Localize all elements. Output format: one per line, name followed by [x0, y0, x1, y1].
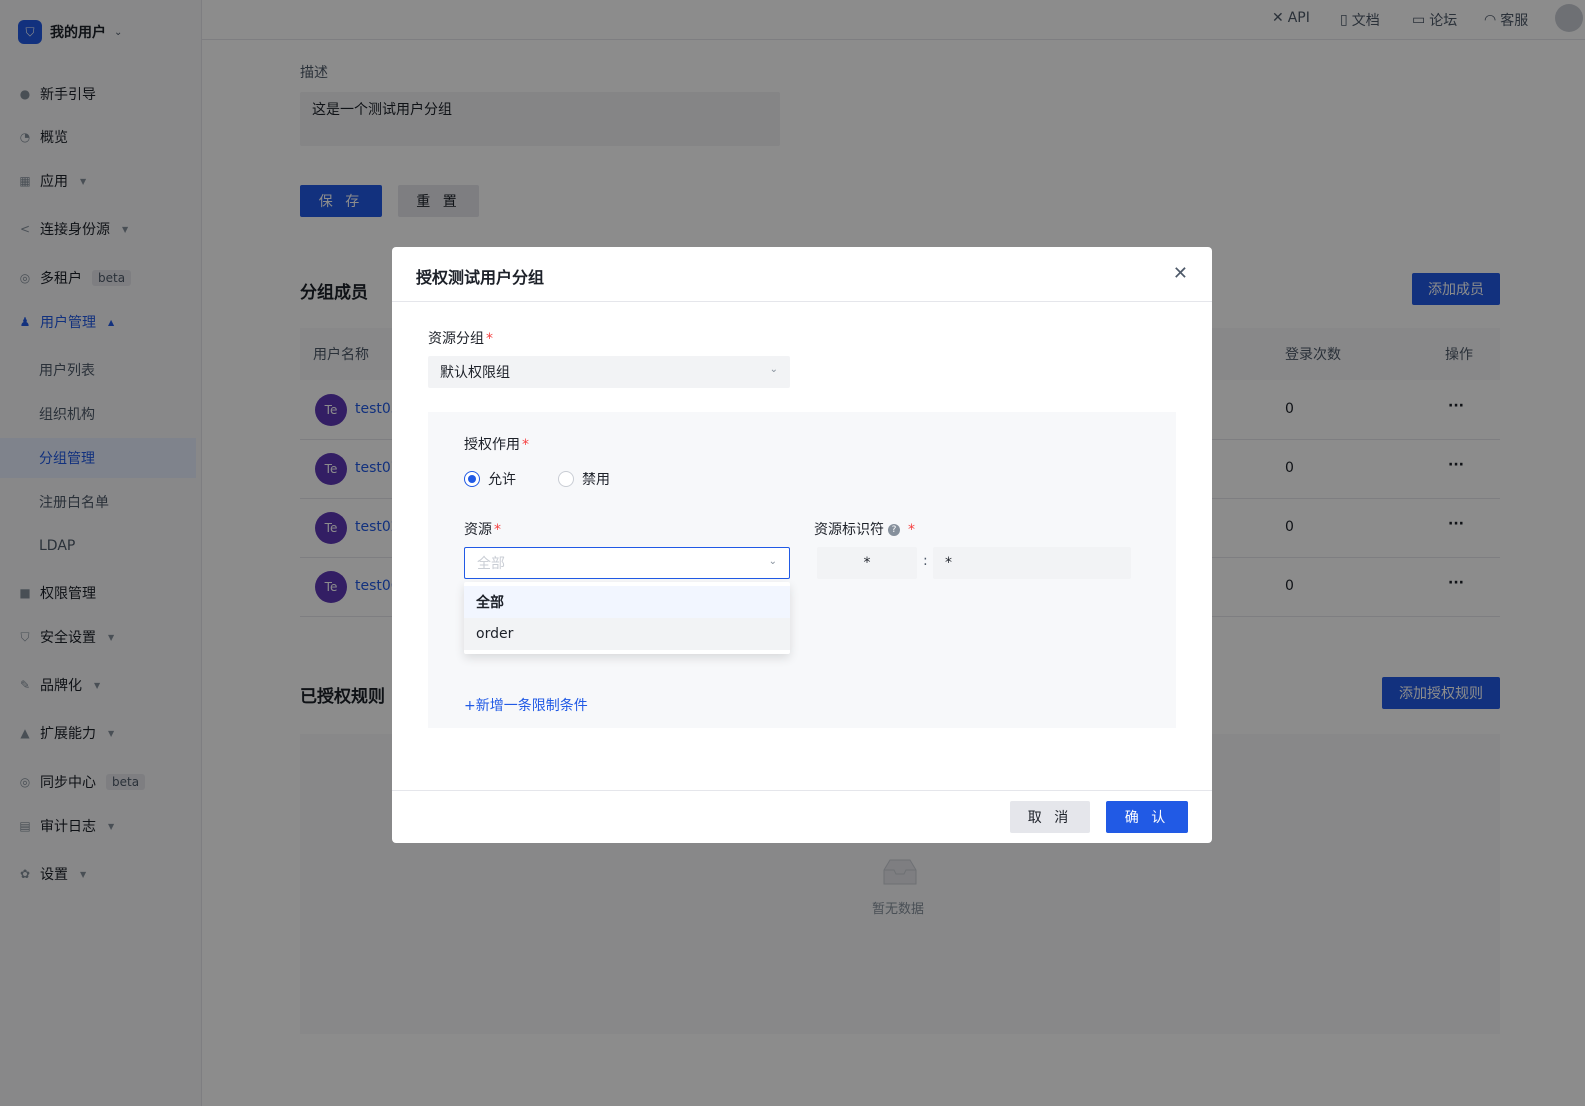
resource-group-label: 资源分组 *: [428, 328, 493, 348]
identifier-right-input[interactable]: *: [933, 547, 1131, 579]
resource-label-text: 资源: [464, 522, 492, 538]
resource-dropdown: 全部 order: [464, 582, 790, 654]
modal-footer: 取 消 确 认: [392, 790, 1212, 843]
radio-unchecked-icon: [558, 471, 574, 487]
identifier-label-text: 资源标识符: [814, 522, 884, 538]
required-mark: *: [494, 522, 501, 538]
dropdown-option[interactable]: 全部: [464, 586, 790, 618]
modal-title: 授权测试用户分组: [416, 268, 545, 287]
authorize-modal: 授权测试用户分组 ✕ 资源分组 * 默认权限组 ⌄ 授权作用 * 允许 禁用 资源 *…: [392, 247, 1212, 843]
resource-group-label-text: 资源分组: [428, 331, 484, 347]
radio-label: 允许: [488, 472, 516, 488]
chevron-down-icon: ⌄: [769, 364, 778, 375]
effect-deny-radio[interactable]: 禁用: [558, 469, 610, 489]
resource-group-select[interactable]: 默认权限组 ⌄: [428, 356, 790, 388]
resource-label: 资源 *: [464, 519, 501, 539]
resource-group-value: 默认权限组: [440, 365, 510, 381]
identifier-separator: :: [923, 553, 928, 569]
required-mark: *: [486, 331, 493, 347]
effect-allow-radio[interactable]: 允许: [464, 469, 516, 489]
modal-header: 授权测试用户分组 ✕: [392, 247, 1212, 302]
chevron-down-icon: ⌄: [768, 556, 777, 567]
help-icon[interactable]: ?: [888, 524, 900, 536]
close-icon[interactable]: ✕: [1173, 263, 1188, 284]
add-condition-link[interactable]: +新增一条限制条件: [464, 695, 588, 715]
effect-label: 授权作用 *: [464, 434, 529, 454]
required-mark: *: [908, 522, 915, 538]
required-mark: *: [522, 437, 529, 453]
radio-checked-icon: [464, 471, 480, 487]
resource-placeholder: 全部: [477, 556, 505, 572]
resource-select[interactable]: 全部 ⌄: [464, 547, 790, 579]
radio-label: 禁用: [582, 472, 610, 488]
dropdown-option[interactable]: order: [464, 618, 790, 650]
effect-label-text: 授权作用: [464, 437, 520, 453]
cancel-button[interactable]: 取 消: [1010, 801, 1090, 833]
confirm-button[interactable]: 确 认: [1106, 801, 1188, 833]
identifier-label: 资源标识符? *: [814, 519, 915, 539]
identifier-left-input[interactable]: *: [817, 547, 917, 579]
